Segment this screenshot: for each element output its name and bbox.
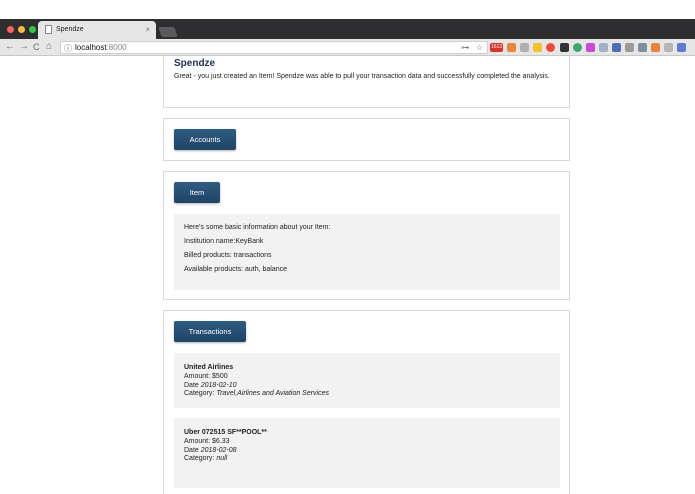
browser-toolbar: ← → C ⌂ ⓘ localhost:8000 ⊶ ☆ 1613 bbox=[0, 39, 695, 56]
transaction-date: 2018-02-08 bbox=[200, 446, 237, 454]
item-info-intro: Here's some basic information about your… bbox=[184, 224, 331, 231]
extension-badge-icon[interactable]: 1613 bbox=[490, 43, 503, 52]
transactions-button[interactable]: Transactions bbox=[174, 321, 246, 342]
date-label: Date bbox=[184, 446, 199, 454]
extension-icon[interactable] bbox=[533, 43, 542, 52]
amount-label: Amount: bbox=[184, 372, 211, 380]
url-host: localhost bbox=[75, 43, 107, 52]
extension-icon[interactable] bbox=[651, 43, 660, 52]
extension-icon[interactable] bbox=[546, 43, 555, 52]
url-port: :8000 bbox=[106, 43, 127, 52]
extension-icon[interactable] bbox=[664, 43, 673, 52]
minimize-window-button[interactable] bbox=[18, 26, 25, 33]
address-bar[interactable]: ⓘ localhost:8000 ⊶ ☆ bbox=[60, 41, 488, 54]
home-icon[interactable]: ⌂ bbox=[46, 41, 52, 53]
header-card: Spendze Great - you just created an Item… bbox=[163, 56, 570, 108]
extension-icon[interactable] bbox=[507, 43, 516, 52]
category-label: Category: bbox=[184, 390, 215, 398]
transaction-name: Uber 072515 SF**POOL** bbox=[184, 429, 267, 436]
transaction-category: Travel,Airlines and Aviation Services bbox=[216, 390, 330, 398]
transaction-amount: $500 bbox=[212, 372, 228, 380]
key-icon[interactable]: ⊶ bbox=[461, 43, 469, 52]
reload-icon[interactable]: C bbox=[33, 41, 40, 53]
maximize-window-button[interactable] bbox=[29, 26, 36, 33]
extension-icon[interactable] bbox=[638, 43, 647, 52]
amount-label: Amount: bbox=[184, 437, 211, 445]
close-window-button[interactable] bbox=[7, 26, 14, 33]
extension-icon[interactable] bbox=[573, 43, 582, 52]
transaction-category: null bbox=[216, 455, 228, 463]
date-label: Date bbox=[184, 381, 199, 389]
category-label: Category: bbox=[184, 455, 215, 463]
tab-title: Spendze bbox=[56, 26, 84, 33]
extension-icon[interactable] bbox=[520, 43, 529, 52]
new-tab-button[interactable] bbox=[158, 27, 178, 37]
accounts-button[interactable]: Accounts bbox=[174, 129, 236, 150]
item-card: Item Here's some basic information about… bbox=[163, 171, 570, 300]
extension-icon[interactable] bbox=[586, 43, 595, 52]
info-icon[interactable]: ⓘ bbox=[64, 43, 72, 54]
success-message: Great - you just created an Item! Spendz… bbox=[174, 73, 550, 80]
item-billed-products: Billed products: transactions bbox=[184, 252, 272, 259]
item-institution: Institution name:KeyBank bbox=[184, 238, 264, 245]
browser-titlebar: Spendze × bbox=[0, 19, 695, 39]
item-button[interactable]: Item bbox=[174, 182, 220, 203]
extension-icon[interactable] bbox=[560, 43, 569, 52]
transaction-amount: $6.33 bbox=[212, 437, 230, 445]
extension-icon[interactable] bbox=[612, 43, 621, 52]
forward-icon[interactable]: → bbox=[19, 41, 29, 53]
back-icon[interactable]: ← bbox=[5, 41, 15, 53]
transaction-item: Uber 072515 SF**POOL** Amount: $6.33 Dat… bbox=[174, 418, 560, 488]
extension-icon[interactable] bbox=[625, 43, 634, 52]
page-title: Spendze bbox=[174, 58, 216, 69]
item-available-products: Available products: auth, balance bbox=[184, 266, 287, 273]
tab-close-icon[interactable]: × bbox=[145, 25, 150, 34]
extension-icon[interactable] bbox=[599, 43, 608, 52]
transaction-item: United Airlines Amount: $500 Date 2018-0… bbox=[174, 353, 560, 408]
item-info-panel: Here's some basic information about your… bbox=[174, 214, 560, 290]
page-icon bbox=[45, 25, 52, 34]
transaction-date: 2018-02-10 bbox=[200, 381, 237, 389]
accounts-card: Accounts bbox=[163, 118, 570, 161]
transactions-card: Transactions United Airlines Amount: $50… bbox=[163, 310, 570, 494]
transaction-name: United Airlines bbox=[184, 364, 234, 371]
browser-tab[interactable]: Spendze × bbox=[38, 21, 156, 39]
extension-icon[interactable] bbox=[677, 43, 686, 52]
bookmark-star-icon[interactable]: ☆ bbox=[476, 43, 483, 52]
